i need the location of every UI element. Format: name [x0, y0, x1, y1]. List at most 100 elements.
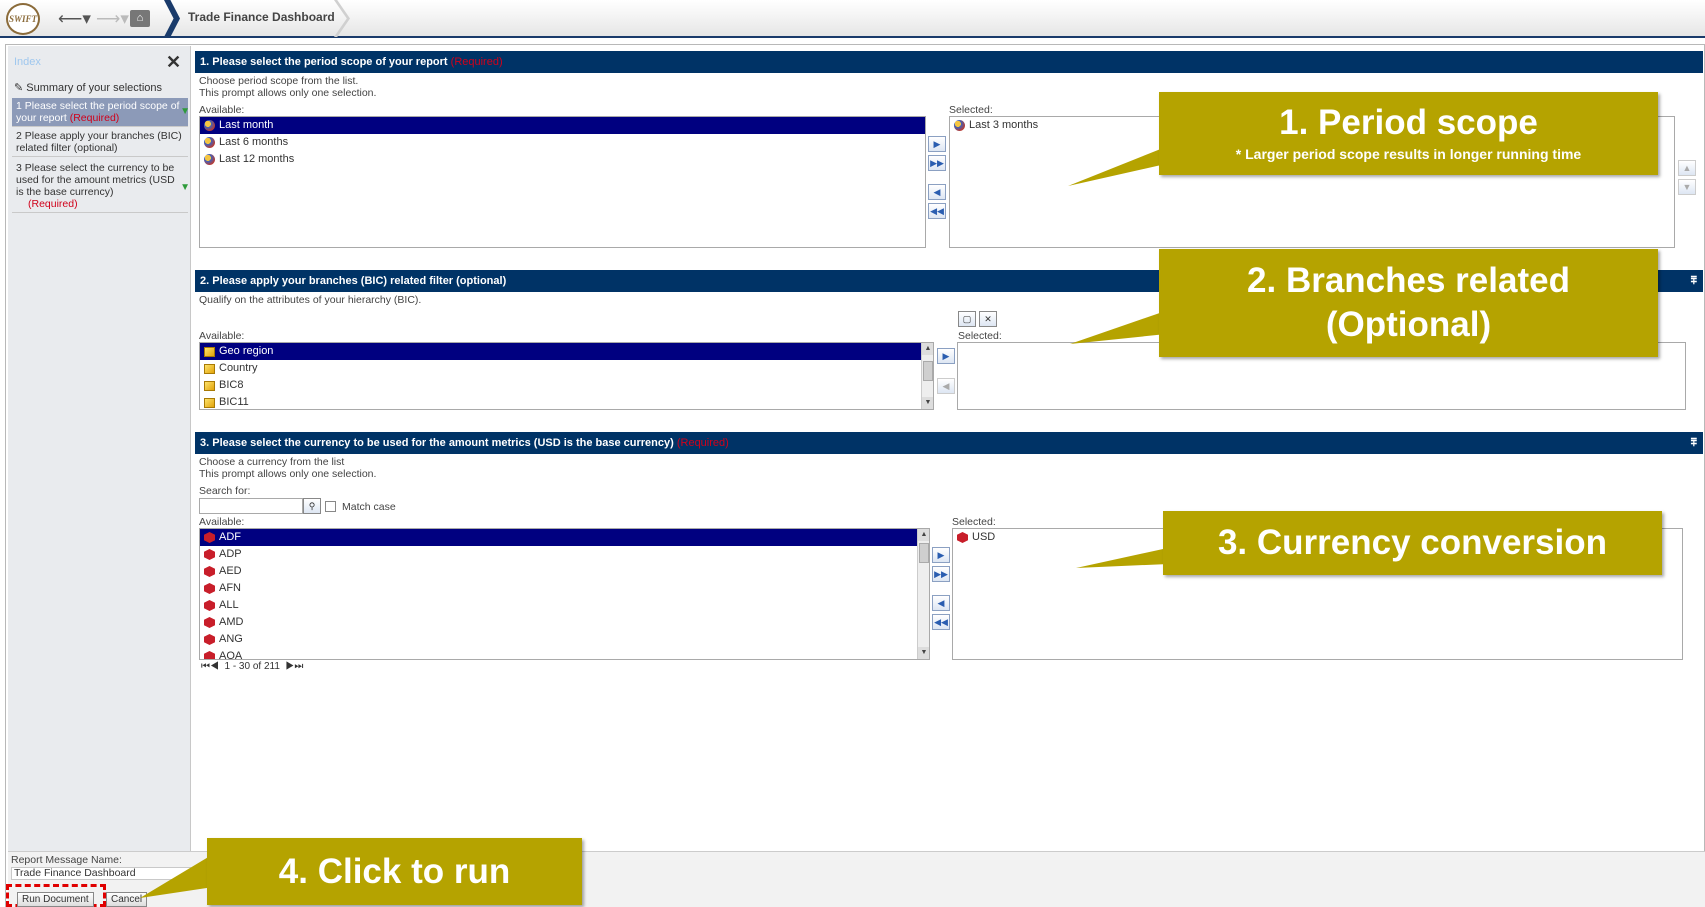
breadcrumb-separator-icon [164, 0, 180, 37]
element-icon [204, 634, 215, 645]
scroll-thumb[interactable] [923, 361, 933, 381]
attribute-icon [204, 363, 215, 374]
add-arrow-icon[interactable]: ▶ [937, 348, 955, 364]
collapse-icon[interactable]: ⩱ [1691, 432, 1697, 454]
remove-arrow-icon[interactable]: ◀ [932, 595, 950, 611]
section-3-desc: Choose a currency from the list [199, 456, 345, 468]
match-case-checkbox[interactable] [325, 501, 336, 512]
add-arrow-icon[interactable]: ▶ [928, 136, 946, 152]
element-icon [204, 583, 215, 594]
sidebar-item-currency[interactable]: 3 Please select the currency to be used … [12, 160, 190, 213]
element-icon [957, 532, 968, 543]
back-arrow-icon[interactable]: ⟵▾ [58, 8, 91, 30]
scroll-up-icon[interactable]: ▲ [922, 343, 933, 355]
sidebar-item-branches[interactable]: 2 Please apply your branches (BIC) relat… [12, 128, 188, 157]
callout-currency: 3. Currency conversion [1163, 511, 1662, 575]
add-all-arrow-icon[interactable]: ▶▶ [932, 566, 950, 582]
forward-arrow-icon[interactable]: ⟶▾ [96, 8, 129, 30]
attribute-icon [204, 346, 215, 357]
list-item[interactable]: AMD [200, 614, 917, 631]
currency-available-list[interactable]: ADF ADP AED AFN ALL AMD ANG AOA ▲ ▼ [199, 528, 930, 660]
selected-label: Selected: [958, 330, 1002, 342]
new-condition-icon[interactable]: ▢ [958, 311, 976, 327]
search-label: Search for: [199, 485, 251, 497]
move-up-icon[interactable]: ▲ [1678, 160, 1696, 176]
sidebar-summary-link[interactable]: ✎ Summary of your selections [14, 81, 162, 94]
list-item[interactable]: Country [200, 360, 921, 377]
scrollbar[interactable]: ▲ ▼ [921, 343, 933, 409]
remove-all-arrow-icon[interactable]: ◀◀ [928, 203, 946, 219]
list-item[interactable]: AFN [200, 580, 917, 597]
available-label: Available: [199, 516, 245, 528]
element-icon [204, 617, 215, 628]
list-item[interactable]: AED [200, 563, 917, 580]
attribute-icon [954, 120, 965, 131]
attribute-icon [204, 397, 215, 408]
section-1-desc: Choose period scope from the list. [199, 75, 359, 87]
element-icon [204, 600, 215, 611]
remove-all-arrow-icon[interactable]: ◀◀ [932, 614, 950, 630]
scrollbar[interactable]: ▲ ▼ [917, 529, 929, 659]
first-page-icon[interactable]: ⏮ [201, 661, 210, 672]
list-item[interactable]: ANG [200, 631, 917, 648]
scroll-down-icon[interactable]: ▼ [922, 397, 933, 409]
home-icon[interactable]: ⌂ [130, 10, 150, 27]
section-1-header: 1. Please select the period scope of you… [195, 51, 1703, 73]
match-case-label: Match case [342, 501, 396, 513]
section-3-header: 3. Please select the currency to be used… [195, 432, 1703, 454]
callout-click-to-run: 4. Click to run [207, 838, 582, 905]
list-item[interactable]: BIC11 [200, 394, 921, 409]
period-available-list[interactable]: Last month Last 6 months Last 12 months [199, 116, 926, 248]
list-item[interactable]: ADP [200, 546, 917, 563]
close-icon[interactable]: ✕ [166, 52, 181, 73]
element-icon [204, 532, 215, 543]
delete-icon[interactable]: ✕ [979, 311, 997, 327]
list-item[interactable]: ALL [200, 597, 917, 614]
scroll-up-icon[interactable]: ▲ [918, 529, 929, 541]
sidebar-title: Index [14, 56, 41, 68]
element-icon [204, 651, 215, 659]
run-document-button[interactable]: Run Document [17, 892, 94, 907]
search-input[interactable] [199, 498, 303, 514]
list-item[interactable]: AOA [200, 648, 917, 659]
element-icon [204, 549, 215, 560]
top-toolbar: SWIFT ⟵▾ ⟶▾ ⌂ Trade Finance Dashboard [0, 0, 1705, 38]
remove-arrow-icon[interactable]: ◀ [937, 378, 955, 394]
list-item[interactable]: Last 6 months [200, 134, 925, 151]
element-icon [204, 566, 215, 577]
last-page-icon[interactable]: ⏭ [294, 661, 303, 672]
branches-available-list[interactable]: Geo region Country BIC8 BIC11 ▲ ▼ [199, 342, 934, 410]
move-down-icon[interactable]: ▼ [1678, 179, 1696, 195]
pager: ⏮◀ 1 - 30 of 211 ▶⏭ [201, 661, 304, 672]
list-item[interactable]: Geo region [200, 343, 921, 360]
attribute-icon [204, 120, 215, 131]
scroll-down-icon[interactable]: ▼ [918, 647, 929, 659]
callout-period-scope: 1. Period scope * Larger period scope re… [1159, 92, 1658, 175]
prev-page-icon[interactable]: ◀ [210, 661, 219, 672]
pencil-icon: ✎ [14, 82, 24, 94]
list-item[interactable]: BIC8 [200, 377, 921, 394]
add-all-arrow-icon[interactable]: ▶▶ [928, 155, 946, 171]
remove-arrow-icon[interactable]: ◀ [928, 184, 946, 200]
section-3-desc-2: This prompt allows only one selection. [199, 468, 377, 480]
cancel-button[interactable]: Cancel [106, 892, 148, 907]
flag-icon: ▼ [180, 182, 190, 193]
selected-label: Selected: [952, 516, 996, 528]
list-item[interactable]: ADF [200, 529, 917, 546]
list-item[interactable]: Last 12 months [200, 151, 925, 168]
scroll-thumb[interactable] [919, 543, 929, 563]
collapse-icon[interactable]: ⩱ [1691, 270, 1697, 292]
breadcrumb[interactable]: Trade Finance Dashboard [188, 10, 335, 24]
search-icon[interactable]: ⚲ [303, 498, 321, 514]
sidebar-item-period-scope[interactable]: 1 Please select the period scope of your… [12, 98, 190, 127]
section-2-desc: Qualify on the attributes of your hierar… [199, 294, 422, 306]
list-item[interactable]: Last month [200, 117, 925, 134]
attribute-icon [204, 154, 215, 165]
report-name-label: Report Message Name: [11, 854, 122, 866]
attribute-icon [204, 380, 215, 391]
attribute-icon [204, 137, 215, 148]
report-name-field[interactable]: Trade Finance Dashboard [11, 867, 191, 880]
swift-logo: SWIFT [6, 3, 40, 35]
add-arrow-icon[interactable]: ▶ [932, 547, 950, 563]
section-1-desc-2: This prompt allows only one selection. [199, 87, 377, 99]
